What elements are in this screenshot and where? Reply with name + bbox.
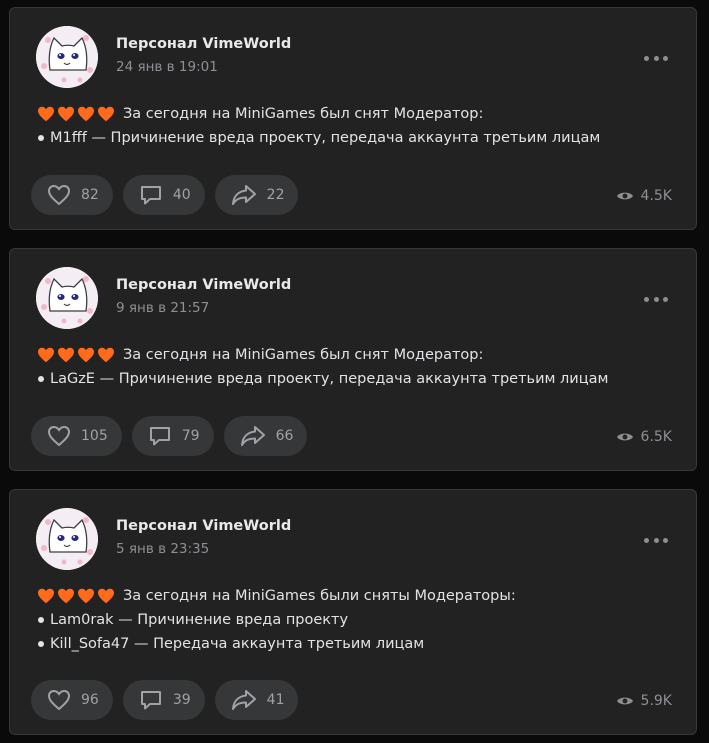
post-feed: Персонал VimeWorld 24 янв в 19:01 За сег… bbox=[0, 0, 709, 743]
like-count: 82 bbox=[81, 187, 99, 203]
avatar[interactable] bbox=[36, 26, 98, 88]
comment-icon bbox=[140, 691, 161, 710]
post-entry-text: M1fff — Причинение вреда проекту, переда… bbox=[50, 130, 601, 146]
share-arrow-icon bbox=[231, 185, 256, 205]
more-dots-icon[interactable] bbox=[644, 530, 668, 550]
share-arrow-icon bbox=[240, 426, 265, 446]
share-button[interactable]: 66 bbox=[223, 416, 308, 456]
eye-icon bbox=[616, 433, 633, 441]
post-entry: Kill_Sofa47 — Передача аккаунта третьим … bbox=[37, 632, 676, 656]
post-text: За сегодня на MiniGames был снят Модерат… bbox=[37, 343, 676, 391]
views-count: 5.9K bbox=[640, 693, 672, 709]
share-arrow-icon bbox=[231, 690, 256, 710]
like-count: 105 bbox=[81, 428, 108, 444]
bullet-icon bbox=[38, 135, 44, 141]
orange-hearts-emoji bbox=[37, 106, 115, 122]
post-headline: За сегодня на MiniGames был снят Модерат… bbox=[123, 106, 484, 122]
share-count: 22 bbox=[266, 187, 285, 203]
share-count: 66 bbox=[275, 428, 294, 444]
comment-count: 79 bbox=[181, 428, 200, 444]
post-card: Персонал VimeWorld 9 янв в 21:57 За сего… bbox=[9, 248, 697, 471]
post-entry: LaGzE — Причинение вреда проекту, переда… bbox=[37, 367, 676, 391]
post-headline: За сегодня на MiniGames был снят Модерат… bbox=[123, 347, 484, 363]
post-actions: 105 79 66 bbox=[31, 416, 308, 456]
post-headline-line: За сегодня на MiniGames были сняты Модер… bbox=[37, 584, 676, 608]
post-author[interactable]: Персонал VimeWorld bbox=[116, 277, 291, 293]
post-date[interactable]: 5 янв в 23:35 bbox=[116, 541, 209, 557]
comment-icon bbox=[140, 186, 161, 205]
post-card: Персонал VimeWorld 24 янв в 19:01 За сег… bbox=[9, 7, 697, 230]
post-headline-line: За сегодня на MiniGames был снят Модерат… bbox=[37, 102, 676, 126]
more-dots-icon[interactable] bbox=[644, 48, 668, 68]
like-button[interactable]: 105 bbox=[31, 416, 122, 456]
post-text: За сегодня на MiniGames был снят Модерат… bbox=[37, 102, 676, 150]
orange-heart-icon bbox=[38, 106, 54, 122]
comment-button[interactable]: 79 bbox=[131, 416, 214, 456]
post-card: Персонал VimeWorld 5 янв в 23:35 За сего… bbox=[9, 489, 697, 735]
post-entry: M1fff — Причинение вреда проекту, переда… bbox=[37, 126, 676, 150]
orange-heart-icon bbox=[38, 347, 54, 363]
views-counter: 5.9K bbox=[616, 693, 672, 709]
post-text: За сегодня на MiniGames были сняты Модер… bbox=[37, 584, 676, 656]
more-dots-icon[interactable] bbox=[644, 289, 668, 309]
orange-heart-icon bbox=[58, 347, 74, 363]
heart-outline-icon bbox=[47, 689, 71, 711]
post-date[interactable]: 24 янв в 19:01 bbox=[116, 59, 218, 75]
post-author[interactable]: Персонал VimeWorld bbox=[116, 36, 291, 52]
comment-icon bbox=[149, 427, 170, 446]
orange-heart-icon bbox=[78, 106, 94, 122]
like-button[interactable]: 82 bbox=[31, 175, 113, 215]
share-button[interactable]: 22 bbox=[214, 175, 299, 215]
comment-button[interactable]: 39 bbox=[122, 680, 205, 720]
views-counter: 6.5K bbox=[616, 429, 672, 445]
orange-heart-icon bbox=[98, 588, 114, 604]
post-entry-text: LaGzE — Причинение вреда проекту, переда… bbox=[50, 371, 609, 387]
post-date[interactable]: 9 янв в 21:57 bbox=[116, 300, 209, 316]
post-entry-text: Kill_Sofa47 — Передача аккаунта третьим … bbox=[50, 636, 425, 652]
eye-icon bbox=[616, 697, 633, 705]
like-button[interactable]: 96 bbox=[31, 680, 113, 720]
share-button[interactable]: 41 bbox=[214, 680, 299, 720]
comment-count: 39 bbox=[172, 692, 191, 708]
avatar[interactable] bbox=[36, 508, 98, 570]
post-headline: За сегодня на MiniGames были сняты Модер… bbox=[123, 588, 516, 604]
bullet-icon bbox=[38, 376, 44, 382]
post-headline-line: За сегодня на MiniGames был снят Модерат… bbox=[37, 343, 676, 367]
orange-heart-icon bbox=[58, 588, 74, 604]
heart-outline-icon bbox=[47, 425, 71, 447]
views-count: 6.5K bbox=[640, 429, 672, 445]
post-actions: 82 40 22 bbox=[31, 175, 299, 215]
like-count: 96 bbox=[81, 692, 99, 708]
views-count: 4.5K bbox=[640, 188, 672, 204]
post-entry-text: Lam0rak — Причинение вреда проекту bbox=[50, 612, 349, 628]
heart-outline-icon bbox=[47, 184, 71, 206]
orange-heart-icon bbox=[58, 106, 74, 122]
bullet-icon bbox=[38, 641, 44, 647]
post-actions: 96 39 41 bbox=[31, 680, 299, 720]
orange-heart-icon bbox=[38, 588, 54, 604]
avatar[interactable] bbox=[36, 267, 98, 329]
orange-heart-icon bbox=[98, 347, 114, 363]
post-author[interactable]: Персонал VimeWorld bbox=[116, 518, 291, 534]
bullet-icon bbox=[38, 617, 44, 623]
orange-hearts-emoji bbox=[37, 588, 115, 604]
orange-heart-icon bbox=[78, 588, 94, 604]
eye-icon bbox=[616, 192, 633, 200]
share-count: 41 bbox=[266, 692, 285, 708]
post-entry: Lam0rak — Причинение вреда проекту bbox=[37, 608, 676, 632]
comment-count: 40 bbox=[172, 187, 191, 203]
orange-hearts-emoji bbox=[37, 347, 115, 363]
views-counter: 4.5K bbox=[616, 188, 672, 204]
comment-button[interactable]: 40 bbox=[122, 175, 205, 215]
orange-heart-icon bbox=[98, 106, 114, 122]
orange-heart-icon bbox=[78, 347, 94, 363]
